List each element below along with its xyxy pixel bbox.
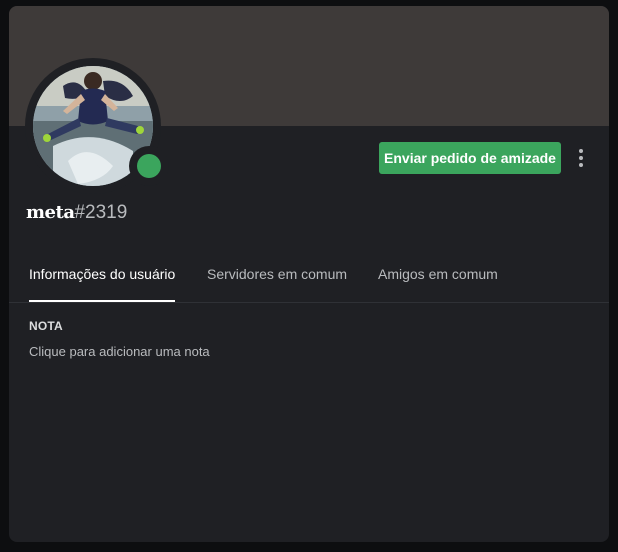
more-vertical-icon[interactable] (573, 146, 589, 170)
avatar-frame (25, 58, 169, 194)
more-dot (579, 156, 583, 160)
more-dot (579, 149, 583, 153)
tab-user-info[interactable]: Informações do usuário (29, 266, 176, 302)
more-dot (579, 163, 583, 167)
send-friend-request-button[interactable]: Enviar pedido de amizade (379, 142, 561, 174)
note-heading: NOTA (29, 319, 63, 333)
user-tag: meta #2319 (26, 202, 127, 226)
user-profile-modal: Enviar pedido de amizade meta #2319 Info… (9, 6, 609, 542)
profile-tabs: Informações do usuário Servidores em com… (9, 254, 609, 303)
discriminator: #2319 (74, 202, 128, 223)
note-input[interactable]: Clique para adicionar uma nota (29, 344, 210, 359)
status-indicator (129, 146, 169, 186)
username: meta (26, 202, 75, 223)
tab-mutual-servers[interactable]: Servidores em comum (207, 266, 347, 302)
online-status-icon (137, 154, 161, 178)
tab-mutual-friends[interactable]: Amigos em comum (378, 266, 498, 302)
